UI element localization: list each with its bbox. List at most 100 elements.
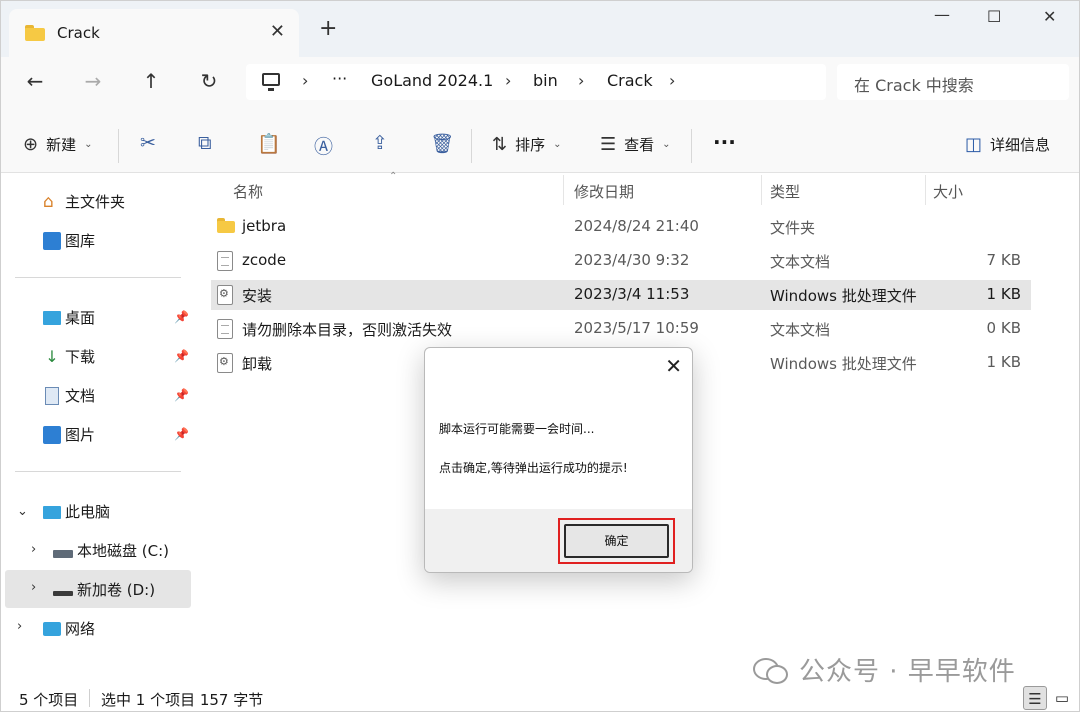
navigation-bar: ← → ↑ ↻ › ··· GoLand 2024.1 › bin › Crac…	[1, 57, 1079, 117]
up-button[interactable]: ↑	[133, 69, 169, 99]
file-modified: 2024/8/24 21:40	[574, 217, 699, 235]
divider	[471, 129, 472, 163]
drive-icon	[53, 591, 73, 596]
sort-button[interactable]: ⇅ 排序 ⌄	[492, 134, 562, 155]
dialog-message-line2: 点击确定,等待弹出运行成功的提示!	[439, 461, 628, 475]
file-modified: 2023/3/4 11:53	[574, 285, 690, 303]
column-header-type[interactable]: 类型	[770, 181, 800, 202]
home-icon: ⌂	[43, 191, 54, 212]
chevron-right-icon[interactable]: ›	[17, 619, 22, 634]
sidebar-item-drive-c[interactable]: 本地磁盘 (C:)	[53, 540, 169, 561]
delete-icon[interactable]: 🗑	[430, 132, 454, 155]
file-modified: 2023/4/30 9:32	[574, 251, 690, 269]
chevron-down-icon[interactable]: ⌄	[17, 504, 28, 519]
sidebar-item-network[interactable]: 网络	[43, 618, 95, 639]
divider	[15, 471, 181, 472]
file-modified: 2023/5/17 10:59	[574, 319, 699, 337]
cut-icon[interactable]: ✂	[140, 132, 156, 154]
breadcrumb-separator-icon[interactable]: ›	[669, 71, 675, 90]
ok-button[interactable]: 确定	[564, 524, 669, 558]
chevron-right-icon[interactable]: ›	[31, 542, 36, 557]
table-row[interactable]: zcode 2023/4/30 9:32 文本文档 7 KB	[211, 246, 1031, 276]
sidebar-item-label: 图库	[65, 232, 96, 250]
file-type: 文本文档	[770, 321, 831, 339]
breadcrumb-separator-icon[interactable]: ›	[578, 71, 584, 90]
pin-icon[interactable]: 📌	[174, 310, 189, 324]
sidebar-item-home[interactable]: ⌂ 主文件夹	[43, 191, 125, 212]
download-icon: ↓	[45, 346, 59, 366]
breadcrumb-separator-icon[interactable]: ›	[505, 71, 511, 90]
tab-close-icon[interactable]: ✕	[270, 21, 285, 42]
sidebar-item-drive-d[interactable]: 新加卷 (D:)	[53, 579, 155, 600]
sidebar-item-label: 新加卷 (D:)	[77, 581, 156, 599]
file-type: 文件夹	[770, 219, 816, 237]
dialog-close-icon[interactable]: ✕	[665, 354, 682, 378]
new-tab-button[interactable]: +	[319, 16, 337, 41]
column-divider[interactable]	[563, 175, 564, 205]
sidebar-item-desktop[interactable]: 桌面	[43, 307, 95, 328]
paste-icon[interactable]: 📋	[257, 132, 281, 155]
item-count: 5 个项目	[19, 691, 79, 709]
rename-icon[interactable]: Ⓐ	[314, 132, 333, 159]
forward-button[interactable]: →	[75, 69, 111, 99]
batch-file-icon	[217, 353, 233, 373]
view-button[interactable]: ☰ 查看 ⌄	[600, 134, 671, 155]
pin-icon[interactable]: 📌	[174, 349, 189, 363]
close-window-button[interactable]: ✕	[1043, 7, 1056, 26]
wechat-icon	[753, 656, 789, 684]
tab-title: Crack	[57, 24, 100, 42]
refresh-button[interactable]: ↻	[191, 69, 227, 99]
minimize-button[interactable]: —	[934, 5, 950, 24]
tab-crack[interactable]: Crack ✕	[9, 9, 299, 57]
table-row[interactable]: 请勿删除本目录，否则激活失效 2023/5/17 10:59 文本文档 0 KB	[211, 314, 1031, 344]
new-label: 新建	[46, 136, 77, 154]
more-options-icon[interactable]: ···	[713, 130, 736, 154]
breadcrumb-ellipsis[interactable]: ···	[332, 69, 347, 88]
search-input[interactable]: 在 Crack 中搜索	[837, 64, 1069, 100]
column-header-size[interactable]: 大小	[933, 181, 963, 202]
details-view-icon[interactable]: ☰	[1023, 686, 1047, 710]
copy-icon[interactable]: ⧉	[198, 132, 212, 154]
divider	[15, 277, 181, 278]
share-icon[interactable]: ⇪	[372, 132, 388, 154]
new-button[interactable]: ⊕ 新建 ⌄	[23, 134, 93, 155]
chevron-down-icon: ⌄	[84, 139, 93, 150]
column-divider[interactable]	[761, 175, 762, 205]
table-row[interactable]: 安装 2023/3/4 11:53 Windows 批处理文件 1 KB	[211, 280, 1031, 310]
breadcrumb-separator-icon[interactable]: ›	[302, 71, 308, 90]
file-name: 卸载	[242, 355, 273, 373]
pin-icon[interactable]: 📌	[174, 388, 189, 402]
file-name: jetbra	[242, 217, 287, 235]
breadcrumb-goland[interactable]: GoLand 2024.1	[371, 71, 493, 90]
breadcrumb-crack[interactable]: Crack	[607, 71, 653, 90]
file-name: 安装	[242, 287, 273, 305]
sidebar-item-documents[interactable]: 文档	[43, 385, 95, 406]
column-header-name[interactable]: 名称	[233, 181, 263, 202]
sidebar-item-downloads[interactable]: ↓ 下载	[43, 346, 95, 367]
breadcrumb-bin[interactable]: bin	[533, 71, 558, 90]
tiles-view-icon[interactable]: ▭	[1050, 686, 1074, 710]
sort-label: 排序	[515, 136, 546, 154]
view-label: 查看	[624, 136, 655, 154]
watermark-text: 公众号 · 早早软件	[799, 657, 1016, 687]
sidebar-item-gallery[interactable]: 图库	[43, 230, 95, 251]
view-list-icon: ☰	[600, 134, 617, 155]
address-bar[interactable]: › ··· GoLand 2024.1 › bin › Crack ›	[246, 64, 826, 100]
sidebar-item-this-pc[interactable]: 此电脑	[43, 501, 110, 522]
highlight-box: 确定	[558, 518, 675, 564]
back-button[interactable]: ←	[17, 69, 53, 99]
pin-icon[interactable]: 📌	[174, 427, 189, 441]
sidebar-item-label: 下载	[65, 348, 96, 366]
column-divider[interactable]	[925, 175, 926, 205]
details-pane-button[interactable]: ◫ 详细信息	[965, 134, 1050, 155]
dialog-footer: 确定	[425, 509, 692, 572]
text-file-icon	[217, 251, 233, 271]
column-header-modified[interactable]: 修改日期	[574, 181, 634, 202]
file-size: 1 KB	[986, 353, 1021, 371]
sidebar-item-pictures[interactable]: 图片	[43, 424, 95, 445]
folder-icon	[217, 217, 235, 237]
dialog-message-line1: 脚本运行可能需要一会时间...	[439, 422, 595, 436]
table-row[interactable]: jetbra 2024/8/24 21:40 文件夹	[211, 212, 1031, 242]
chevron-right-icon[interactable]: ›	[31, 580, 36, 595]
maximize-button[interactable]: ☐	[987, 7, 1001, 26]
